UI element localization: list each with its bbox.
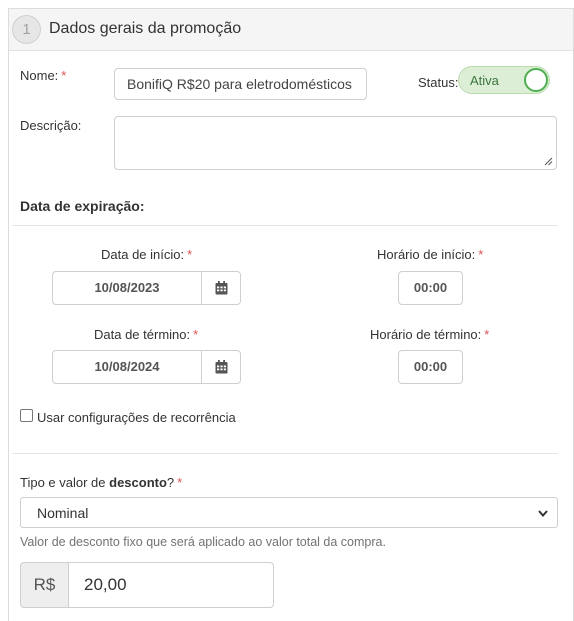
data-inicio-picker[interactable]: 10/08/2023: [52, 271, 241, 305]
recorrencia-checkbox[interactable]: [20, 409, 33, 422]
data-inicio-calendar-button[interactable]: [202, 272, 240, 304]
desconto-tipo-value: Nominal: [37, 505, 89, 521]
calendar-icon: [215, 281, 227, 295]
divider: [12, 225, 558, 226]
data-termino-value[interactable]: 10/08/2024: [53, 351, 202, 383]
status-toggle-label: Ativa: [470, 73, 499, 88]
desconto-help-text: Valor de desconto fixo que será aplicado…: [20, 535, 386, 549]
status-toggle[interactable]: Ativa: [458, 66, 550, 94]
recorrencia-label[interactable]: Usar configurações de recorrência: [37, 410, 236, 425]
step-number-badge: 1: [12, 15, 41, 44]
horario-termino-input[interactable]: 00:00: [398, 350, 463, 384]
nome-input[interactable]: BonifiQ R$20 para eletrodomésticos: [114, 68, 367, 100]
status-label: Status:: [418, 75, 459, 90]
desconto-label: Tipo e valor de desconto? *: [20, 475, 183, 490]
horario-inicio-input[interactable]: 00:00: [398, 271, 463, 305]
panel-header: 1 Dados gerais da promoção: [9, 9, 573, 51]
nome-label: Nome: *: [20, 68, 67, 83]
data-termino-picker[interactable]: 10/08/2024: [52, 350, 241, 384]
data-termino-label: Data de término: *: [94, 327, 199, 342]
desconto-valor-input[interactable]: 20,00: [68, 562, 274, 608]
desconto-tipo-select[interactable]: Nominal: [20, 497, 558, 528]
currency-addon: R$: [20, 562, 69, 608]
calendar-icon: [215, 360, 227, 374]
expiracao-title: Data de expiração:: [20, 198, 145, 214]
toggle-knob: [524, 68, 548, 92]
descricao-textarea[interactable]: [114, 116, 557, 170]
data-inicio-value[interactable]: 10/08/2023: [53, 272, 202, 304]
data-termino-calendar-button[interactable]: [202, 351, 240, 383]
data-inicio-label: Data de início: *: [101, 247, 193, 262]
horario-termino-label: Horário de término: *: [370, 327, 490, 342]
descricao-label: Descrição:: [20, 118, 82, 133]
panel-title: Dados gerais da promoção: [49, 20, 242, 37]
chevron-down-icon: [538, 510, 548, 518]
horario-inicio-label: Horário de início: *: [377, 247, 484, 262]
divider: [12, 453, 558, 454]
resize-handle-icon[interactable]: [544, 157, 553, 166]
